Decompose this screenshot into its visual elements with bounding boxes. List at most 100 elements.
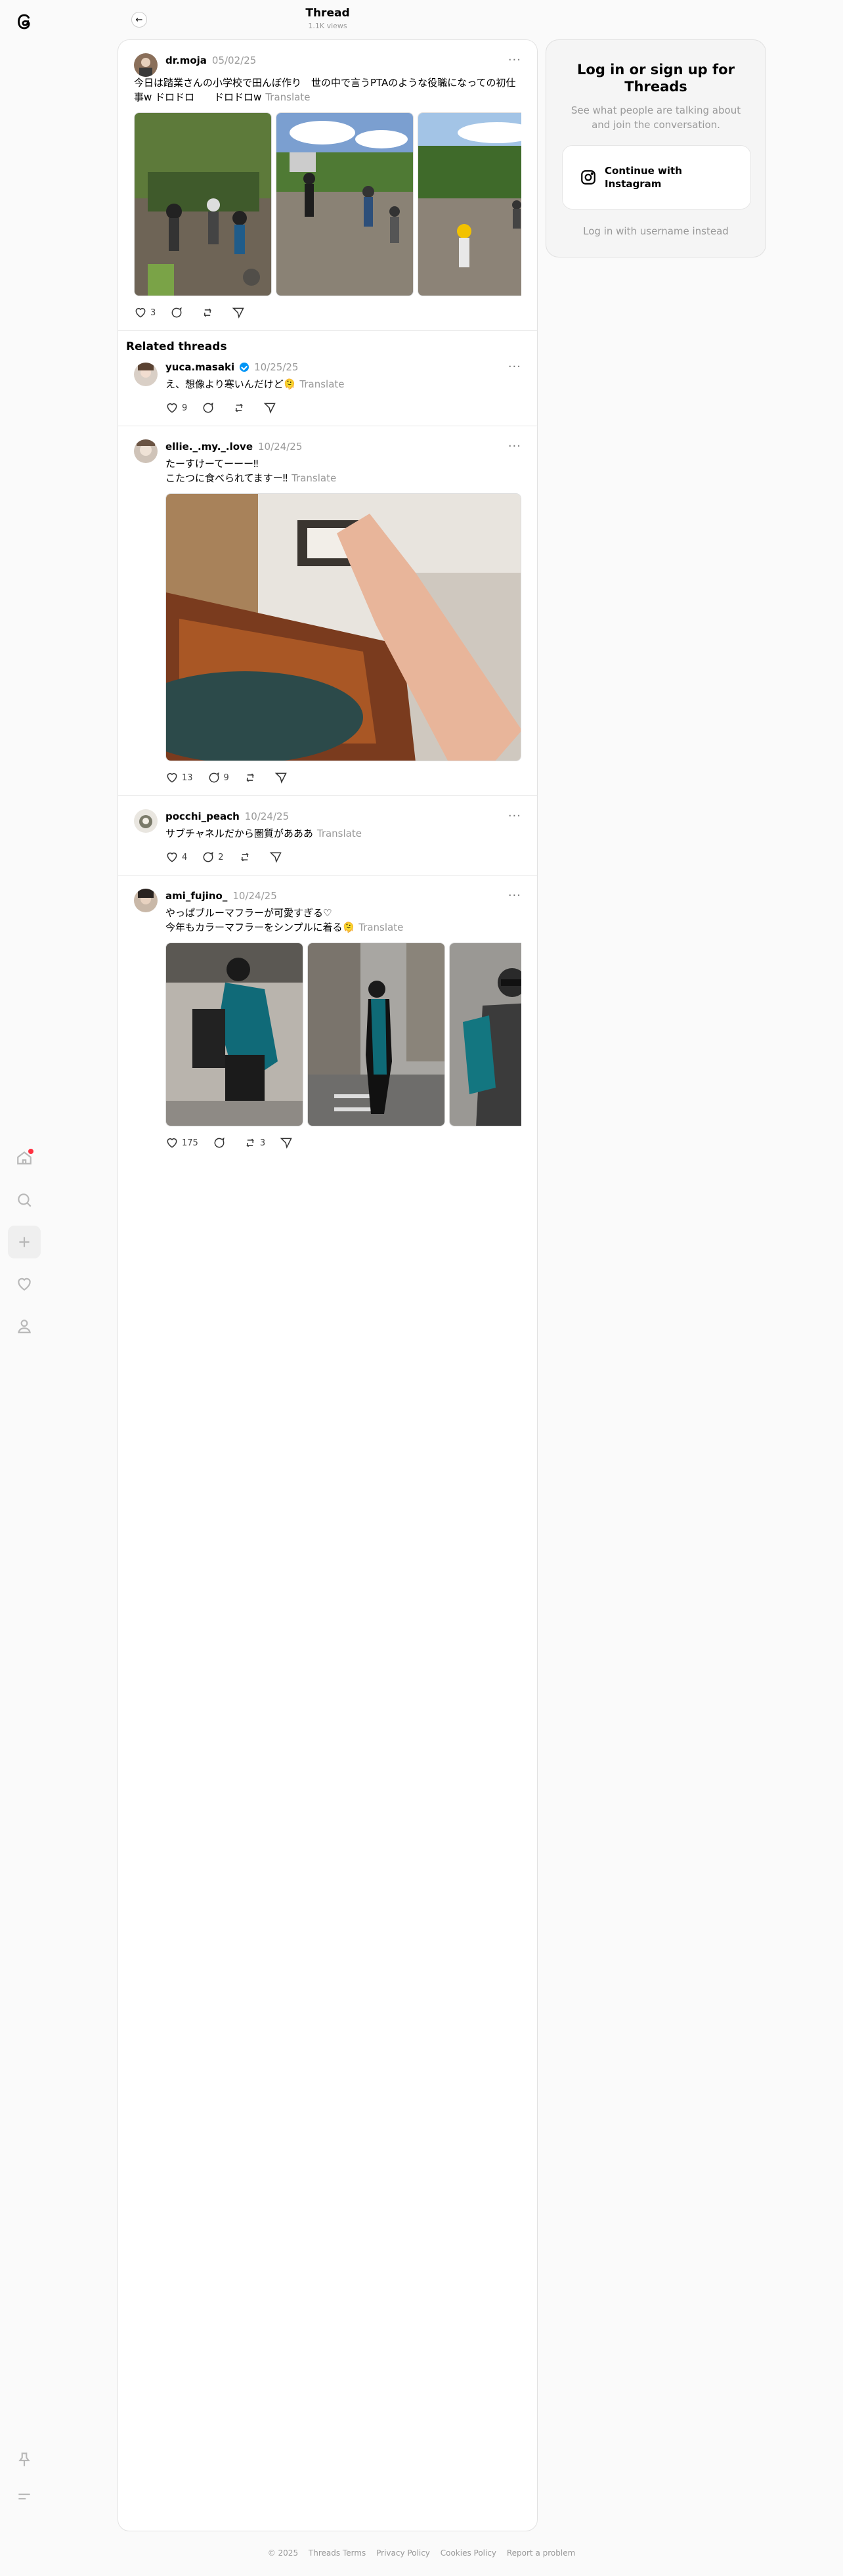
media-carousel[interactable] [134, 112, 521, 296]
like-count: 13 [182, 772, 193, 783]
left-nav-rail [0, 0, 49, 2576]
related-thread-1: ··· yuca.masaki 10/25/25 え、想像より寒いんだけど🫠 Tr… [118, 353, 537, 426]
reply-count: 2 [218, 852, 224, 862]
heart-icon[interactable] [8, 1268, 41, 1300]
continue-with-instagram-button[interactable]: Continue with Instagram [562, 145, 751, 210]
home-icon[interactable] [8, 1142, 41, 1174]
photo-rice-field-2[interactable] [276, 112, 414, 296]
share-button[interactable] [263, 401, 276, 414]
like-button[interactable]: 175 [165, 1136, 198, 1149]
post-text: え、想像より寒いんだけど🫠 Translate [165, 378, 345, 390]
translate-link[interactable]: Translate [317, 828, 362, 839]
repost-icon [235, 403, 244, 412]
more-options-button[interactable]: ··· [508, 439, 521, 453]
repost-button[interactable] [201, 306, 217, 319]
heart-icon [167, 1138, 177, 1148]
photo-rice-field-3[interactable] [418, 112, 521, 296]
menu-icon[interactable] [8, 2480, 41, 2513]
related-thread-3: ··· pocchi_peach 10/24/25 サブチャネルだから圏質がああ… [118, 796, 537, 876]
copyright: © 2025 [267, 2548, 299, 2558]
repost-button[interactable] [232, 401, 249, 414]
comment-icon [203, 851, 214, 862]
like-button[interactable]: 9 [165, 401, 187, 414]
avatar[interactable] [134, 363, 158, 386]
send-icon [280, 1138, 292, 1149]
photo-kotatsu[interactable] [165, 493, 521, 761]
more-options-button[interactable]: ··· [508, 53, 521, 67]
like-count: 3 [150, 307, 156, 318]
reply-count: 9 [223, 772, 229, 783]
create-icon[interactable] [8, 1226, 41, 1258]
post-date[interactable]: 10/24/25 [245, 811, 289, 822]
repost-icon [240, 853, 249, 862]
share-button[interactable] [280, 1136, 293, 1149]
like-button[interactable]: 4 [165, 851, 187, 864]
related-thread-2: ··· ellie._.my._.love 10/24/25 たーすけーてーーー… [118, 426, 537, 796]
reply-button[interactable] [202, 401, 218, 414]
avatar[interactable] [134, 809, 158, 833]
heart-icon [167, 773, 177, 783]
pin-icon[interactable] [8, 2443, 41, 2476]
translate-link[interactable]: Translate [265, 91, 310, 103]
cookies-link[interactable]: Cookies Policy [441, 2548, 496, 2558]
like-button[interactable]: 13 [165, 771, 193, 784]
translate-link[interactable]: Translate [358, 922, 403, 933]
photo-blue-muffler-1[interactable] [165, 943, 303, 1126]
send-icon [263, 403, 276, 414]
post-date[interactable]: 10/24/25 [258, 441, 302, 453]
share-button[interactable] [232, 306, 245, 319]
login-subtitle: See what people are talking about and jo… [571, 104, 741, 131]
post-date[interactable]: 10/25/25 [254, 361, 298, 373]
avatar[interactable] [134, 439, 158, 463]
username[interactable]: dr.moja [165, 55, 207, 66]
photo-rice-field-1[interactable] [134, 112, 272, 296]
view-count: 1.1K views [308, 22, 347, 30]
terms-link[interactable]: Threads Terms [309, 2548, 366, 2558]
more-options-button[interactable]: ··· [508, 889, 521, 902]
post-date[interactable]: 05/02/25 [212, 55, 256, 66]
send-icon [269, 852, 282, 863]
translate-link[interactable]: Translate [292, 472, 336, 484]
post-actions: 9 [165, 399, 521, 416]
post-date[interactable]: 10/24/25 [232, 890, 276, 902]
like-button[interactable]: 3 [134, 306, 156, 319]
login-card: Log in or sign up for Threads See what p… [546, 39, 766, 257]
related-thread-4: ··· ami_fujino_ 10/24/25 やっぱブルーマフラーが可愛すぎ… [118, 876, 537, 1161]
comment-icon [214, 1137, 225, 1148]
photo-blue-muffler-2[interactable] [307, 943, 445, 1126]
more-options-button[interactable]: ··· [508, 809, 521, 823]
media-single[interactable] [165, 493, 521, 761]
more-options-button[interactable]: ··· [508, 360, 521, 374]
reply-button[interactable] [170, 306, 186, 319]
photo-blue-muffler-3[interactable] [449, 943, 521, 1126]
reply-button[interactable]: 9 [207, 771, 229, 784]
username[interactable]: pocchi_peach [165, 811, 240, 822]
profile-icon[interactable] [8, 1310, 41, 1343]
media-carousel[interactable] [165, 943, 521, 1126]
share-button[interactable] [274, 771, 288, 784]
repost-button[interactable] [238, 851, 255, 864]
post-body: dr.moja 05/02/25 [165, 53, 521, 68]
page-header: ← Thread 1.1K views [118, 0, 537, 39]
footer: © 2025 Threads Terms Privacy Policy Cook… [0, 2548, 843, 2558]
username[interactable]: ellie._.my._.love [165, 441, 253, 453]
repost-button[interactable]: 3 [244, 1136, 265, 1149]
avatar[interactable] [134, 53, 158, 77]
post-text: たーすけーてーーー‼︎ こたつに食べられてますー‼︎ Translate [165, 458, 337, 484]
threads-logo-icon[interactable] [8, 5, 41, 38]
reply-button[interactable] [213, 1136, 229, 1149]
translate-link[interactable]: Translate [299, 378, 344, 390]
repost-count: 3 [259, 1138, 266, 1148]
username[interactable]: yuca.masaki [165, 361, 234, 373]
username[interactable]: ami_fujino_ [165, 890, 227, 902]
heart-icon [135, 308, 146, 318]
avatar[interactable] [134, 889, 158, 912]
search-icon[interactable] [8, 1184, 41, 1216]
repost-button[interactable] [244, 771, 260, 784]
reply-button[interactable]: 2 [202, 851, 224, 864]
post-actions: 13 9 [165, 769, 521, 786]
share-button[interactable] [269, 851, 282, 864]
report-problem-link[interactable]: Report a problem [507, 2548, 575, 2558]
privacy-link[interactable]: Privacy Policy [376, 2548, 430, 2558]
username-login-link[interactable]: Log in with username instead [546, 225, 766, 237]
